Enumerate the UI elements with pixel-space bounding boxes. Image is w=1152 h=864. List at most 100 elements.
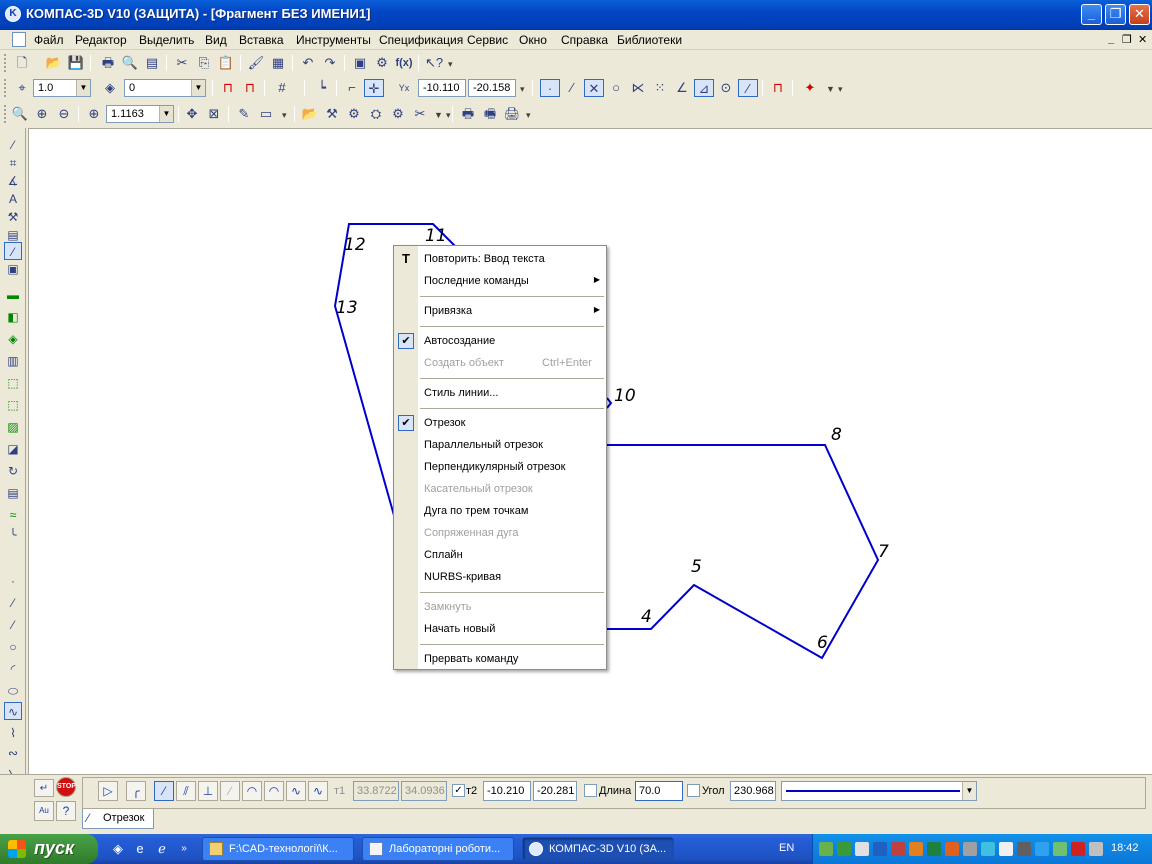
angle-field[interactable]: 230.968: [730, 781, 776, 801]
undo-icon[interactable]: ↶: [298, 54, 318, 72]
menu-item-start-new[interactable]: Начать новый: [394, 619, 606, 639]
chevron-down-icon[interactable]: ▼: [434, 110, 443, 120]
menu-file[interactable]: Файл: [34, 33, 64, 47]
tray-download-icon[interactable]: [873, 842, 887, 856]
save-icon[interactable]: 💾: [66, 54, 86, 72]
tray-keyboard-icon[interactable]: [1017, 842, 1031, 856]
internet-explorer-icon[interactable]: e: [132, 841, 148, 857]
menu-item-repeat-text[interactable]: T Повторить: Ввод текста: [394, 249, 606, 269]
magnet-local-icon[interactable]: ⊓: [240, 79, 260, 97]
quicklaunch-ie-icon[interactable]: ℯ: [154, 841, 170, 857]
snap-middle-icon[interactable]: ⊿: [694, 79, 714, 97]
menu-tools[interactable]: Инструменты: [296, 33, 371, 47]
snap-normal-icon[interactable]: ⋉: [628, 79, 648, 97]
menu-item-close[interactable]: Замкнуть: [394, 597, 606, 617]
fillet-arc-tool-icon[interactable]: ◠: [264, 781, 284, 801]
quicklaunch-app-icon[interactable]: ◈: [110, 841, 126, 857]
spline-tool-icon[interactable]: ∿: [286, 781, 306, 801]
toolbar-overflow-icon[interactable]: ▾: [282, 110, 287, 121]
toolbar-grip[interactable]: [4, 79, 7, 97]
geometry-active-tab-icon[interactable]: ⁄: [4, 242, 22, 260]
print-icon[interactable]: 🖶: [98, 54, 118, 72]
snap-tangent-icon[interactable]: ○: [606, 79, 626, 97]
dimensions-tab-icon[interactable]: ⌗: [4, 154, 22, 172]
open-folder-icon[interactable]: 📂: [44, 54, 64, 72]
snap-icon[interactable]: ✛: [364, 79, 384, 97]
restore-button[interactable]: ❐: [1105, 4, 1126, 25]
library-parts-icon[interactable]: ⛭: [366, 105, 386, 123]
toolbar-grip[interactable]: [4, 54, 7, 72]
menu-libraries[interactable]: Библиотеки: [617, 33, 682, 47]
language-indicator[interactable]: EN: [779, 842, 794, 854]
quicklaunch-overflow-icon[interactable]: »: [176, 841, 192, 857]
chevron-down-icon[interactable]: ▼: [191, 80, 205, 96]
menu-item-abort-command[interactable]: Прервать команду: [394, 649, 606, 669]
tab-segment[interactable]: ⁄ Отрезок: [82, 809, 154, 829]
triangle-tool-icon[interactable]: ▷: [98, 781, 118, 801]
refresh-icon[interactable]: ✎: [234, 105, 254, 123]
zoom-in-icon[interactable]: ⊕: [32, 105, 52, 123]
ortho-icon[interactable]: ⌐: [342, 79, 362, 97]
nurbs-tool-icon[interactable]: ∿: [308, 781, 328, 801]
menu-edit[interactable]: Редактор: [75, 33, 127, 47]
print-lib-icon[interactable]: 🖶: [458, 105, 478, 123]
menu-item-nurbs[interactable]: NURBS-кривая: [394, 567, 606, 587]
layers-icon[interactable]: ◈: [100, 79, 120, 97]
menu-window[interactable]: Окно: [519, 33, 547, 47]
symbols-tab-icon[interactable]: ∡: [4, 172, 22, 190]
zoom-out-icon[interactable]: ⊖: [54, 105, 74, 123]
redo-icon[interactable]: ↷: [320, 54, 340, 72]
start-button[interactable]: пуск: [0, 834, 98, 864]
list-icon[interactable]: ▦: [268, 54, 288, 72]
menu-item-parallel-segment[interactable]: Параллельный отрезок: [394, 435, 606, 455]
tray-flag-icon[interactable]: [891, 842, 905, 856]
mdi-restore-button[interactable]: ❐: [1122, 33, 1132, 46]
tray-orange-icon[interactable]: [945, 842, 959, 856]
stop-icon[interactable]: STOP: [56, 777, 76, 797]
new-file-icon[interactable]: 🗋: [12, 54, 32, 72]
t2-x-field[interactable]: -10.210: [483, 781, 531, 801]
chevron-down-icon[interactable]: ▼: [159, 106, 173, 122]
geometry-tab-icon[interactable]: ⁄: [4, 136, 22, 154]
tray-shield-icon[interactable]: [855, 842, 869, 856]
help-pointer-icon[interactable]: ↖?: [424, 54, 444, 72]
fragment-icon[interactable]: ▬: [4, 286, 22, 304]
local-cs-icon[interactable]: ┕: [312, 79, 332, 97]
grid-icon[interactable]: #: [272, 79, 292, 97]
snap-nearest-icon[interactable]: ·: [540, 79, 560, 97]
menu-item-fillet-arc[interactable]: Сопряженная дуга: [394, 523, 606, 543]
preview-icon[interactable]: ▤: [142, 54, 162, 72]
frame-select-icon[interactable]: ⬚: [4, 374, 22, 392]
snap-grid-icon[interactable]: ⁙: [650, 79, 670, 97]
snap-angle-icon[interactable]: ∠: [672, 79, 692, 97]
segment-tool-icon[interactable]: ⁄: [154, 781, 174, 801]
menu-service[interactable]: Сервис: [467, 33, 508, 47]
document-icon[interactable]: [12, 32, 26, 47]
chevron-down-icon[interactable]: ▼: [826, 84, 835, 94]
mdi-minimize-button[interactable]: _: [1108, 33, 1114, 45]
layers-stack-icon[interactable]: ◈: [4, 330, 22, 348]
toolbar-overflow-icon[interactable]: ▾: [838, 84, 843, 95]
toolbar-overflow-icon[interactable]: ▾: [520, 84, 525, 95]
tray-app-icon[interactable]: [909, 842, 923, 856]
tray-update-icon[interactable]: [981, 842, 995, 856]
menu-specification[interactable]: Спецификация: [379, 33, 463, 47]
print-doc-icon[interactable]: 🖷: [480, 105, 500, 123]
segment-icon[interactable]: ⁄: [4, 616, 22, 634]
library-tools-icon[interactable]: ⚒: [322, 105, 342, 123]
menu-item-perpendicular-segment[interactable]: Перпендикулярный отрезок: [394, 457, 606, 477]
tray-alert-icon[interactable]: [1071, 842, 1085, 856]
edit-tab-icon[interactable]: A: [4, 190, 22, 208]
pan-icon[interactable]: ✥: [182, 105, 202, 123]
library-shapes-icon[interactable]: ⚙: [344, 105, 364, 123]
perpendicular-tool-icon[interactable]: ⊥: [198, 781, 218, 801]
cut-icon[interactable]: ✂: [172, 54, 192, 72]
mdi-close-button[interactable]: ✕: [1138, 33, 1147, 46]
point-icon[interactable]: ·: [4, 572, 22, 590]
menu-select[interactable]: Выделить: [139, 33, 194, 47]
parallel-tool-icon[interactable]: ⫽: [176, 781, 196, 801]
print-multi-icon[interactable]: 🖨: [502, 105, 522, 123]
display-icon[interactable]: ▭: [256, 105, 276, 123]
tray-security-icon[interactable]: [1035, 842, 1049, 856]
chevron-down-icon[interactable]: ▼: [76, 80, 90, 96]
